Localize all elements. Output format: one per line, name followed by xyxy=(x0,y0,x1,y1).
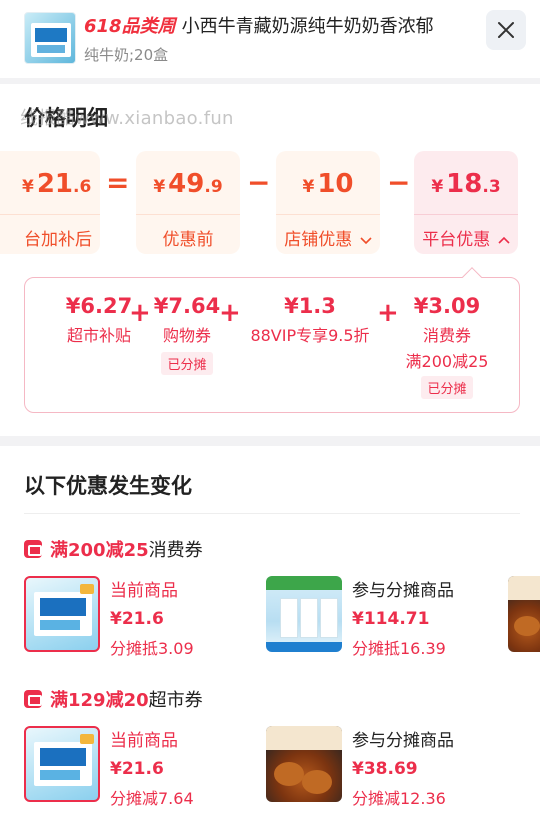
chevron-down-icon xyxy=(360,237,372,245)
price-detail-page: 618品类周 小西牛青藏奶源纯牛奶奶香浓郁 纯牛奶;20盒 价格明细 线报酷www… xyxy=(0,0,540,825)
coupon-item-current[interactable]: 当前商品 ¥21.6 分摊抵3.09 xyxy=(110,576,194,659)
discount-changes-section: 以下优惠发生变化 满200减25 消费券 当前商品 ¥21.6 分摊抵3.09 参… xyxy=(0,446,540,825)
price-box-shop-discount[interactable]: ¥10 店铺优惠 xyxy=(276,151,380,254)
product-spec: 纯牛奶;20盒 xyxy=(84,46,169,64)
price-box-after-subsidy: ¥21.6 台加补后 xyxy=(0,151,100,254)
detail-88vip: ¥1.3 88VIP专享9.5折 xyxy=(250,294,370,345)
minus-sign: − xyxy=(387,166,411,199)
coupon-item-current[interactable]: 当前商品 ¥21.6 分摊减7.64 xyxy=(110,726,194,809)
detail-consumer-coupon: ¥3.09 消费券 满200减25 已分摊 xyxy=(405,294,489,399)
product-image-current[interactable] xyxy=(24,576,100,652)
product-image-partial[interactable] xyxy=(508,576,540,652)
plus-sign: + xyxy=(129,298,151,328)
close-icon xyxy=(498,22,514,38)
coupon-item-shared[interactable]: 参与分摊商品 ¥114.71 分摊抵16.39 xyxy=(352,576,454,659)
coupon-icon xyxy=(24,540,42,558)
price-box-platform-discount[interactable]: ¥18.3 平台优惠 xyxy=(414,151,518,254)
plus-sign: + xyxy=(377,298,399,328)
section-title: 以下优惠发生变化 xyxy=(24,474,192,498)
product-title: 小西牛青藏奶源纯牛奶奶香浓郁 xyxy=(181,16,434,37)
product-thumbnail xyxy=(24,12,76,64)
product-image-shared[interactable] xyxy=(266,726,342,802)
coupon-heading: 满129减20 超市券 xyxy=(24,686,203,712)
product-header: 618品类周 小西牛青藏奶源纯牛奶奶香浓郁 纯牛奶;20盒 xyxy=(0,0,540,78)
coupon-heading: 满200减25 消费券 xyxy=(24,536,203,562)
close-button[interactable] xyxy=(486,10,526,50)
promo-tag: 618品类周 xyxy=(84,16,176,37)
coupon-item-shared[interactable]: 参与分摊商品 ¥38.69 分摊减12.36 xyxy=(352,726,454,809)
product-title-row: 618品类周 小西牛青藏奶源纯牛奶奶香浓郁 xyxy=(84,12,434,38)
price-detail-card: 价格明细 线报酷www.xianbao.fun ¥21.6 台加补后 = ¥49… xyxy=(0,84,540,436)
chevron-up-icon xyxy=(498,236,510,244)
allocated-tag: 已分摊 xyxy=(421,376,473,399)
price-box-before-discount: ¥49.9 优惠前 xyxy=(136,151,240,254)
watermark: 线报酷www.xianbao.fun xyxy=(20,108,234,129)
product-image-shared[interactable] xyxy=(266,576,342,652)
allocated-tag: 已分摊 xyxy=(161,352,213,375)
product-image-current[interactable] xyxy=(24,726,100,802)
detail-shopping-coupon: ¥7.64 购物券 已分摊 xyxy=(153,294,221,375)
coupon-icon xyxy=(24,690,42,708)
platform-discount-breakdown: ¥6.27 超市补贴 + ¥7.64 购物券 已分摊 + ¥1.3 88VIP专… xyxy=(24,277,520,413)
minus-sign: − xyxy=(247,166,271,199)
equals-sign: = xyxy=(106,166,130,199)
